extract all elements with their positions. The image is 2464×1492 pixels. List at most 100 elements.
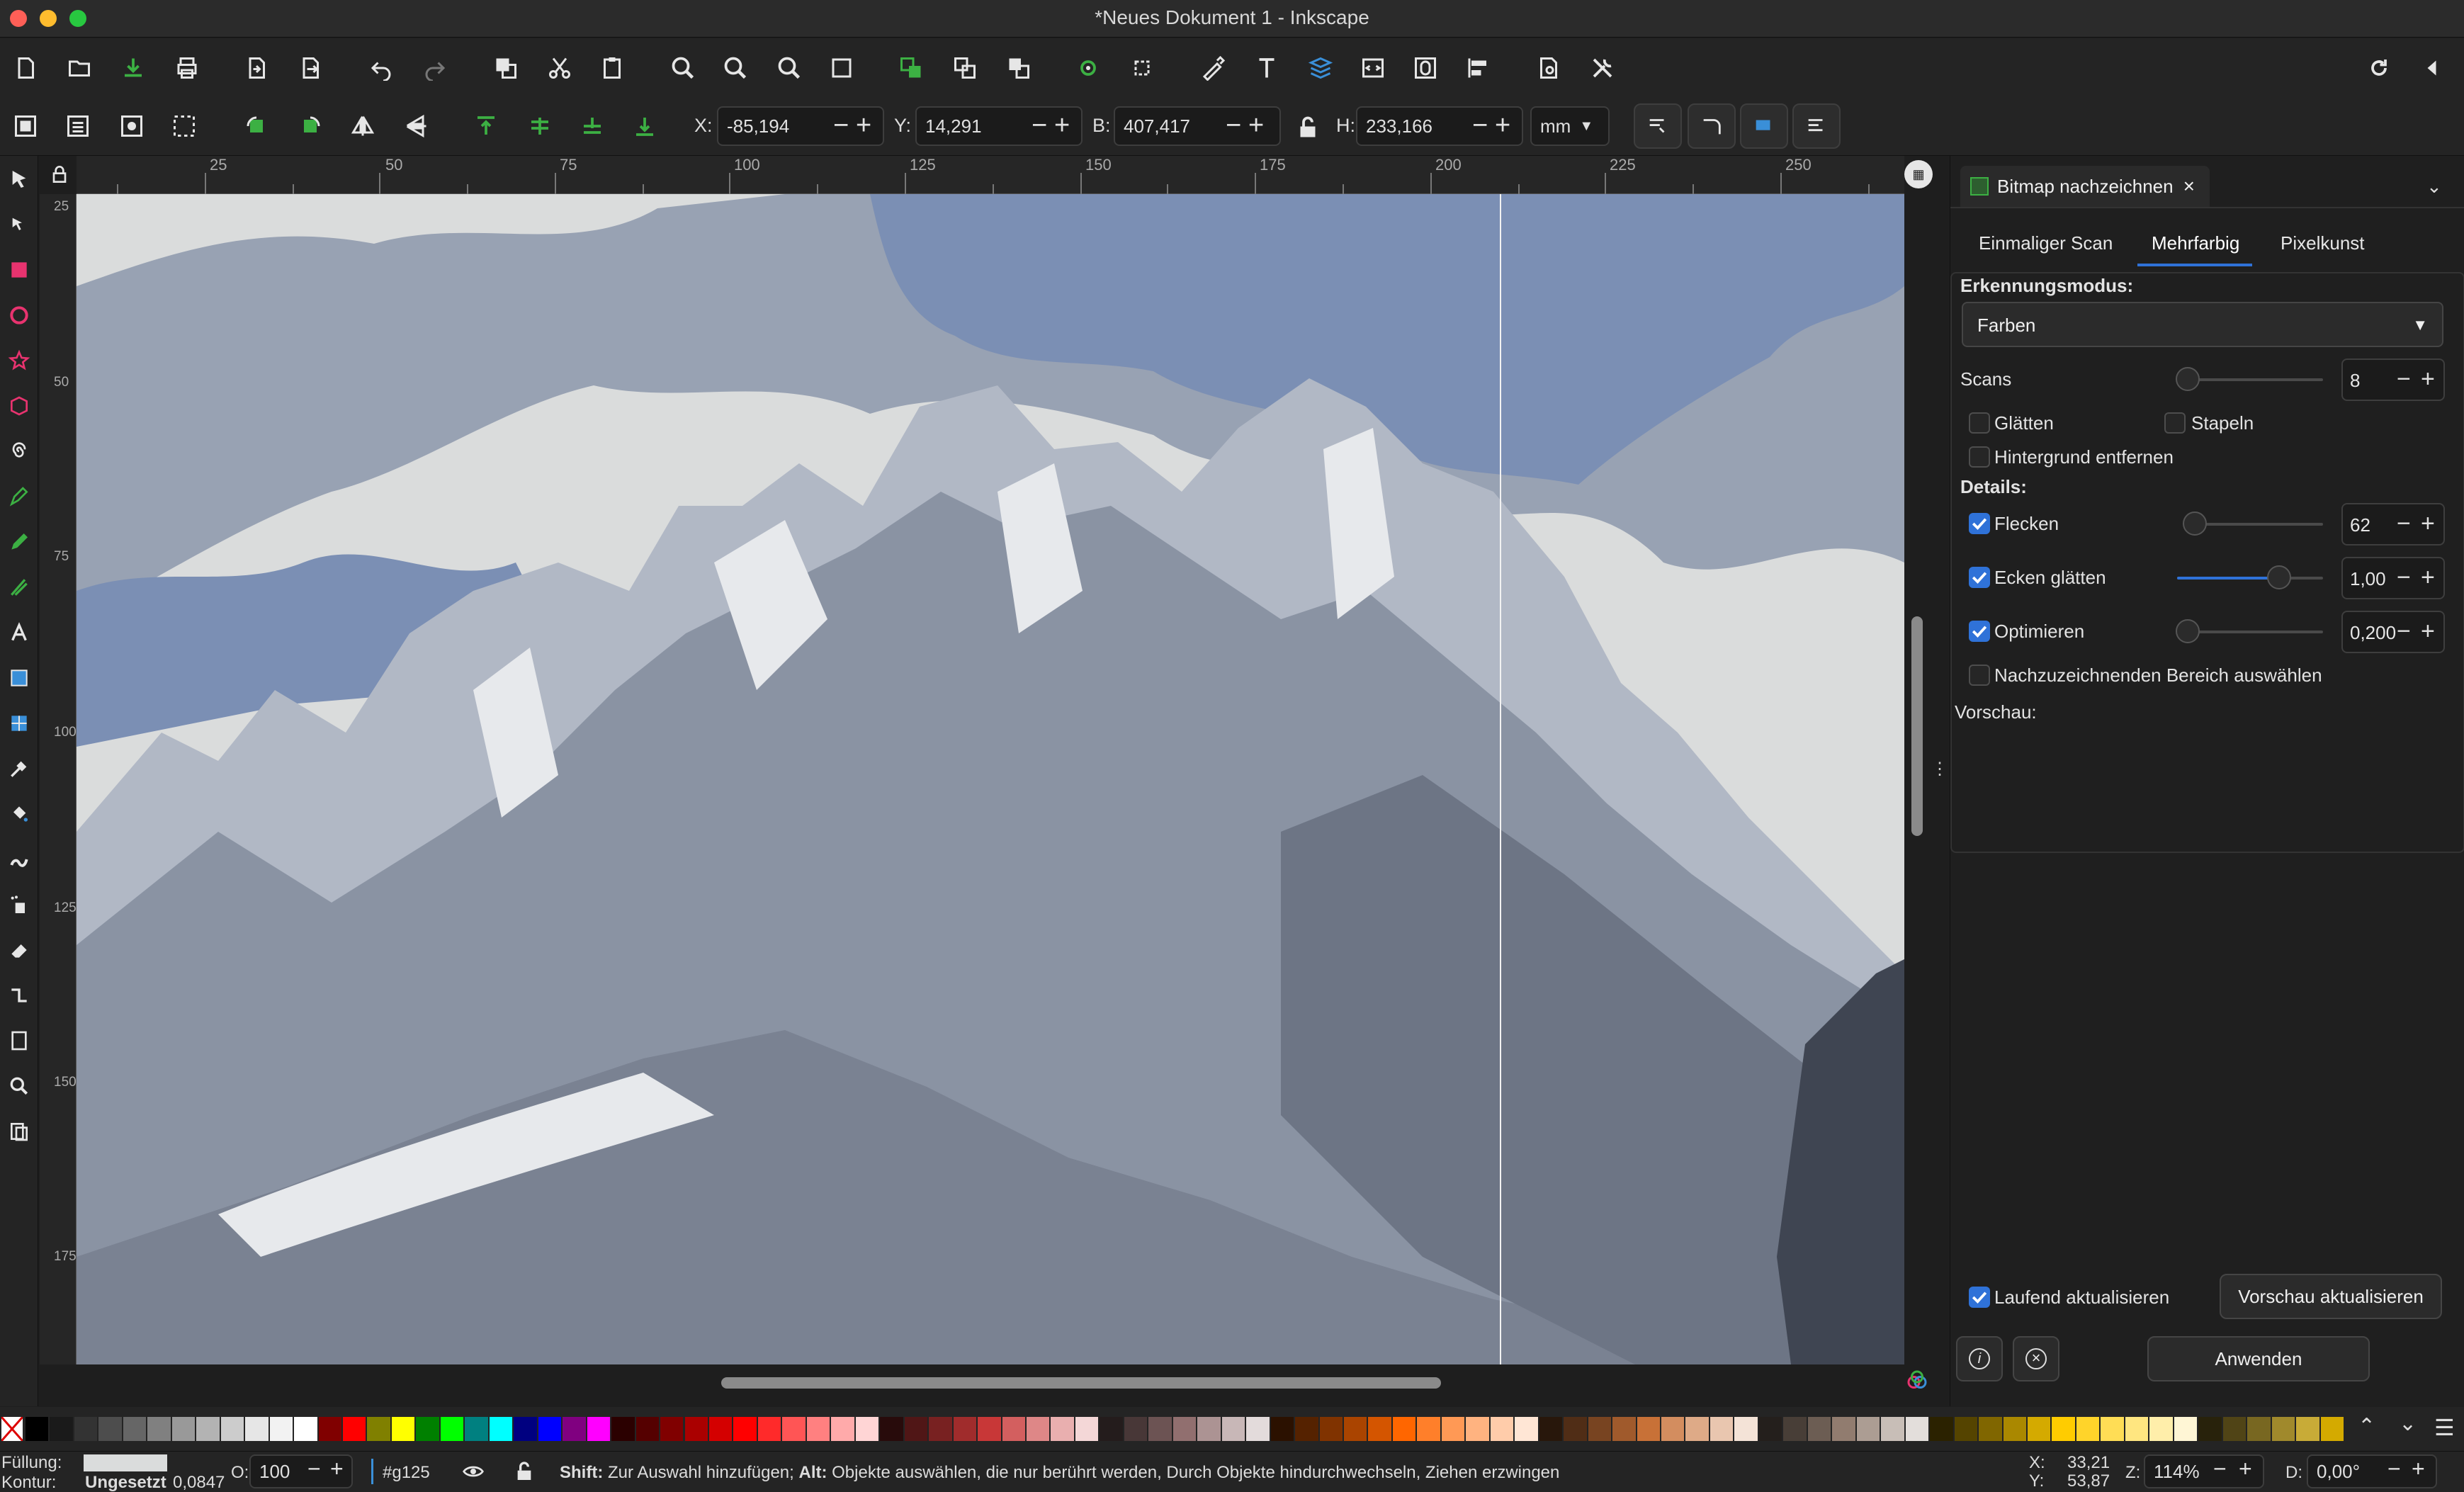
toggle-lock-icon[interactable]: [513, 1460, 536, 1483]
close-tab-icon[interactable]: ×: [2183, 175, 2195, 198]
export-icon[interactable]: [290, 48, 330, 88]
color-swatch[interactable]: [2247, 1417, 2271, 1441]
optimize-decrement-button[interactable]: −: [2397, 619, 2411, 643]
width-decrement-button[interactable]: −: [1226, 112, 1241, 139]
align-distribute-icon[interactable]: [1458, 48, 1498, 88]
document-properties-icon[interactable]: [1529, 48, 1569, 88]
color-swatch[interactable]: [757, 1417, 781, 1441]
tab-single-scan[interactable]: Einmaliger Scan: [1979, 232, 2113, 254]
flip-horizontal-icon[interactable]: [343, 106, 383, 146]
group-icon[interactable]: [891, 48, 931, 88]
preferences-icon[interactable]: [1583, 48, 1622, 88]
color-swatch[interactable]: [2271, 1417, 2295, 1441]
color-swatch[interactable]: [1588, 1417, 1612, 1441]
color-swatch[interactable]: [26, 1417, 49, 1441]
undo-icon[interactable]: [361, 48, 401, 88]
detection-mode-dropdown[interactable]: Farben ▼: [1962, 302, 2443, 347]
traced-bitmap[interactable]: [77, 194, 1904, 1364]
zoom-page-icon[interactable]: [769, 48, 809, 88]
color-swatch[interactable]: [2101, 1417, 2124, 1441]
zoom-tool-icon[interactable]: [4, 1071, 34, 1101]
color-swatch[interactable]: [1148, 1417, 1172, 1441]
deselect-icon[interactable]: [164, 106, 204, 146]
horizontal-scrollbar[interactable]: [721, 1377, 1441, 1389]
dropper-tool-icon[interactable]: [4, 754, 34, 784]
rotate-ccw-icon[interactable]: [237, 106, 276, 146]
color-swatch[interactable]: [1685, 1417, 1709, 1441]
color-swatch[interactable]: [514, 1417, 537, 1441]
spiral-tool-icon[interactable]: [4, 436, 34, 466]
print-icon[interactable]: [167, 48, 207, 88]
color-swatch[interactable]: [1709, 1417, 1734, 1441]
rotate-cw-icon[interactable]: [290, 106, 330, 146]
tab-pixel-art[interactable]: Pixelkunst: [2281, 232, 2365, 254]
live-update-checkbox[interactable]: [1969, 1287, 1990, 1308]
color-swatch[interactable]: [1564, 1417, 1587, 1441]
color-swatch[interactable]: [1100, 1417, 1123, 1441]
stop-button[interactable]: ×: [2013, 1336, 2059, 1381]
cut-icon[interactable]: [540, 48, 580, 88]
opacity-increment-button[interactable]: +: [330, 1457, 344, 1480]
color-swatch[interactable]: [1881, 1417, 1904, 1441]
color-swatch[interactable]: [1490, 1417, 1514, 1441]
xml-editor-icon[interactable]: [1193, 48, 1233, 88]
height-increment-button[interactable]: +: [1495, 112, 1510, 139]
color-swatch[interactable]: [98, 1417, 122, 1441]
scale-corners-button[interactable]: [1688, 103, 1736, 149]
zoom-selection-icon[interactable]: [663, 48, 703, 88]
color-swatch[interactable]: [1246, 1417, 1270, 1441]
pen-tool-icon[interactable]: [4, 482, 34, 512]
width-increment-button[interactable]: +: [1248, 112, 1264, 139]
clone-icon[interactable]: [999, 48, 1039, 88]
color-swatch[interactable]: [1344, 1417, 1367, 1441]
scans-decrement-button[interactable]: −: [2397, 367, 2411, 391]
rotation-decrement-button[interactable]: −: [2387, 1457, 2401, 1480]
color-swatch[interactable]: [1856, 1417, 1880, 1441]
color-swatch[interactable]: [563, 1417, 586, 1441]
color-swatch[interactable]: [465, 1417, 488, 1441]
speckles-checkbox[interactable]: [1969, 513, 1990, 534]
height-decrement-button[interactable]: −: [1472, 112, 1488, 139]
tweak-tool-icon[interactable]: [4, 844, 34, 874]
color-swatch[interactable]: [1368, 1417, 1391, 1441]
color-swatch[interactable]: [2198, 1417, 2222, 1441]
color-swatch[interactable]: [318, 1417, 341, 1441]
color-swatch[interactable]: [2296, 1417, 2319, 1441]
speckles-slider-handle[interactable]: [2183, 512, 2207, 536]
color-swatch[interactable]: [1539, 1417, 1563, 1441]
no-paint-swatch[interactable]: [0, 1416, 24, 1442]
panel-tab-trace-bitmap[interactable]: Bitmap nachzeichnen ×: [1960, 166, 2210, 207]
color-swatch[interactable]: [611, 1417, 635, 1441]
apply-button[interactable]: Anwenden: [2147, 1336, 2370, 1381]
color-swatch[interactable]: [660, 1417, 684, 1441]
color-swatch[interactable]: [684, 1417, 708, 1441]
stack-checkbox[interactable]: [2164, 412, 2186, 434]
layers-icon[interactable]: [1301, 48, 1340, 88]
text-font-icon[interactable]: [1247, 48, 1287, 88]
speckles-increment-button[interactable]: +: [2421, 512, 2435, 536]
connector-tool-icon[interactable]: [4, 980, 34, 1010]
color-swatch[interactable]: [708, 1417, 733, 1441]
color-swatch[interactable]: [2222, 1417, 2247, 1441]
save-icon[interactable]: [113, 48, 153, 88]
lower-icon[interactable]: [572, 106, 612, 146]
vertical-scrollbar[interactable]: [1911, 616, 1923, 836]
color-swatch[interactable]: [391, 1417, 415, 1441]
x-decrement-button[interactable]: −: [833, 112, 849, 139]
color-swatch[interactable]: [74, 1417, 98, 1441]
text-tool-icon[interactable]: [4, 618, 34, 648]
color-swatch[interactable]: [1319, 1417, 1343, 1441]
3d-box-tool-icon[interactable]: [4, 391, 34, 421]
y-increment-button[interactable]: +: [1054, 112, 1070, 139]
select-all-layers-icon[interactable]: [58, 106, 98, 146]
stroke-value[interactable]: Ungesetzt: [85, 1473, 166, 1492]
color-swatch[interactable]: [2174, 1417, 2198, 1441]
ungroup-icon[interactable]: [945, 48, 985, 88]
calligraphy-tool-icon[interactable]: [4, 572, 34, 602]
y-decrement-button[interactable]: −: [1032, 112, 1047, 139]
update-preview-button[interactable]: Vorschau aktualisieren: [2220, 1274, 2442, 1319]
remove-background-checkbox[interactable]: [1969, 446, 1990, 468]
color-swatch[interactable]: [269, 1417, 293, 1441]
optimize-slider-handle[interactable]: [2176, 619, 2200, 643]
drawing-canvas[interactable]: [77, 194, 1904, 1364]
